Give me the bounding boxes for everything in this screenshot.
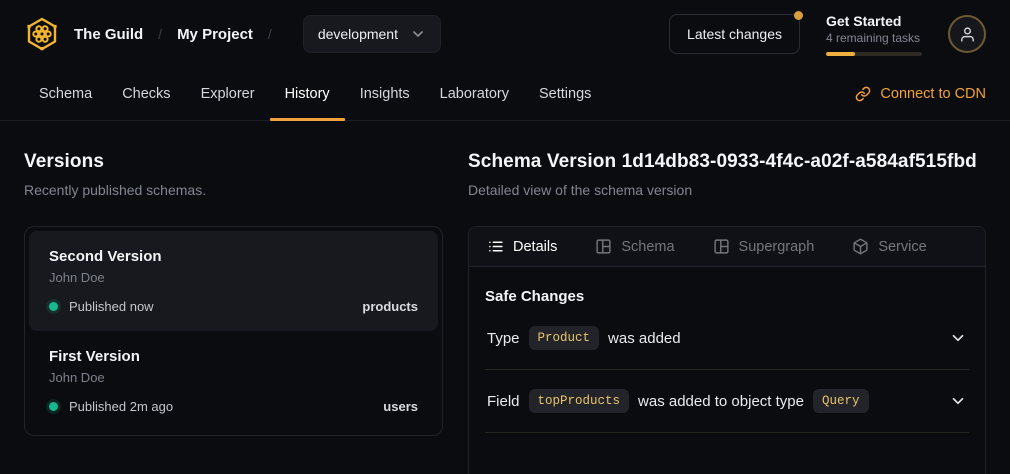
tab-explorer[interactable]: Explorer — [186, 68, 270, 120]
hive-logo-icon[interactable] — [24, 16, 60, 52]
version-title: First Version — [49, 348, 418, 365]
detail-body: Safe Changes Type Product was added Fiel… — [469, 267, 985, 441]
change-text: Type — [487, 330, 520, 347]
cube-icon — [852, 238, 869, 255]
change-row[interactable]: Field topProducts was added to object ty… — [485, 370, 969, 433]
user-icon — [959, 26, 976, 43]
project-breadcrumb[interactable]: My Project — [177, 26, 253, 43]
version-detail-column: Schema Version 1d14db83-0933-4f4c-a02f-a… — [468, 151, 986, 474]
breadcrumb-separator: / — [268, 26, 272, 42]
detail-tab-label: Supergraph — [739, 239, 815, 255]
main-content: Versions Recently published schemas. Sec… — [0, 121, 1010, 474]
detail-tab-label: Details — [513, 239, 557, 255]
target-nav: Schema Checks Explorer History Insights … — [0, 68, 1010, 121]
get-started-title: Get Started — [826, 13, 922, 29]
link-icon — [855, 86, 871, 102]
layout-columns-icon — [595, 238, 612, 255]
version-detail-panel: Details Schema — [468, 226, 986, 474]
published-time: Published 2m ago — [69, 399, 173, 414]
change-text: Field — [487, 393, 520, 410]
tab-history[interactable]: History — [270, 68, 345, 120]
get-started-progress-fill — [826, 52, 855, 56]
safe-changes-heading: Safe Changes — [485, 288, 969, 305]
version-list-item[interactable]: First Version John Doe Published 2m ago … — [29, 331, 438, 431]
versions-column: Versions Recently published schemas. Sec… — [24, 151, 443, 474]
published-status-dot — [49, 402, 58, 411]
version-list-item[interactable]: Second Version John Doe Published now pr… — [29, 231, 438, 331]
detail-tabs: Details Schema — [469, 227, 985, 267]
tab-schema[interactable]: Schema — [24, 68, 107, 120]
chevron-down-icon[interactable] — [949, 392, 967, 410]
target-selector-value: development — [318, 26, 398, 42]
schema-version-title: Schema Version 1d14db83-0933-4f4c-a02f-a… — [468, 151, 986, 173]
notification-dot — [794, 11, 803, 20]
versions-subtitle: Recently published schemas. — [24, 182, 443, 198]
detail-tab-label: Schema — [621, 239, 674, 255]
type-name-chip: Product — [529, 326, 600, 350]
list-icon — [487, 238, 504, 255]
versions-title: Versions — [24, 151, 443, 173]
layout-columns-icon — [713, 238, 730, 255]
chevron-down-icon — [410, 26, 426, 42]
detail-tab-supergraph[interactable]: Supergraph — [713, 238, 815, 255]
tab-settings[interactable]: Settings — [524, 68, 606, 120]
app-header: The Guild / My Project / development Lat… — [0, 0, 1010, 68]
detail-tab-schema[interactable]: Schema — [595, 238, 674, 255]
get-started-widget[interactable]: Get Started 4 remaining tasks — [826, 13, 922, 56]
connect-to-cdn-link[interactable]: Connect to CDN — [855, 68, 986, 120]
version-author: John Doe — [49, 370, 418, 385]
get-started-progressbar — [826, 52, 922, 56]
published-status-dot — [49, 302, 58, 311]
tab-checks[interactable]: Checks — [107, 68, 185, 120]
latest-changes-button[interactable]: Latest changes — [669, 14, 800, 54]
version-author: John Doe — [49, 270, 418, 285]
connect-to-cdn-label: Connect to CDN — [880, 86, 986, 102]
detail-tab-label: Service — [878, 239, 926, 255]
type-name-chip: Query — [813, 389, 869, 413]
version-title: Second Version — [49, 248, 418, 265]
breadcrumb-separator: / — [158, 26, 162, 42]
service-tag: products — [362, 299, 418, 314]
detail-tab-service[interactable]: Service — [852, 238, 926, 255]
target-selector[interactable]: development — [303, 15, 441, 53]
schema-version-subtitle: Detailed view of the schema version — [468, 182, 986, 198]
field-name-chip: topProducts — [529, 389, 630, 413]
user-avatar[interactable] — [948, 15, 986, 53]
get-started-subtitle: 4 remaining tasks — [826, 31, 922, 45]
published-time: Published now — [69, 299, 154, 314]
change-text: was added to object type — [638, 393, 804, 410]
tab-laboratory[interactable]: Laboratory — [425, 68, 524, 120]
service-tag: users — [383, 399, 418, 414]
versions-list: Second Version John Doe Published now pr… — [24, 226, 443, 436]
chevron-down-icon[interactable] — [949, 329, 967, 347]
detail-tab-details[interactable]: Details — [487, 238, 557, 255]
change-text: was added — [608, 330, 681, 347]
org-breadcrumb[interactable]: The Guild — [74, 26, 143, 43]
change-row[interactable]: Type Product was added — [485, 307, 969, 370]
latest-changes-label: Latest changes — [687, 26, 782, 42]
tab-insights[interactable]: Insights — [345, 68, 425, 120]
